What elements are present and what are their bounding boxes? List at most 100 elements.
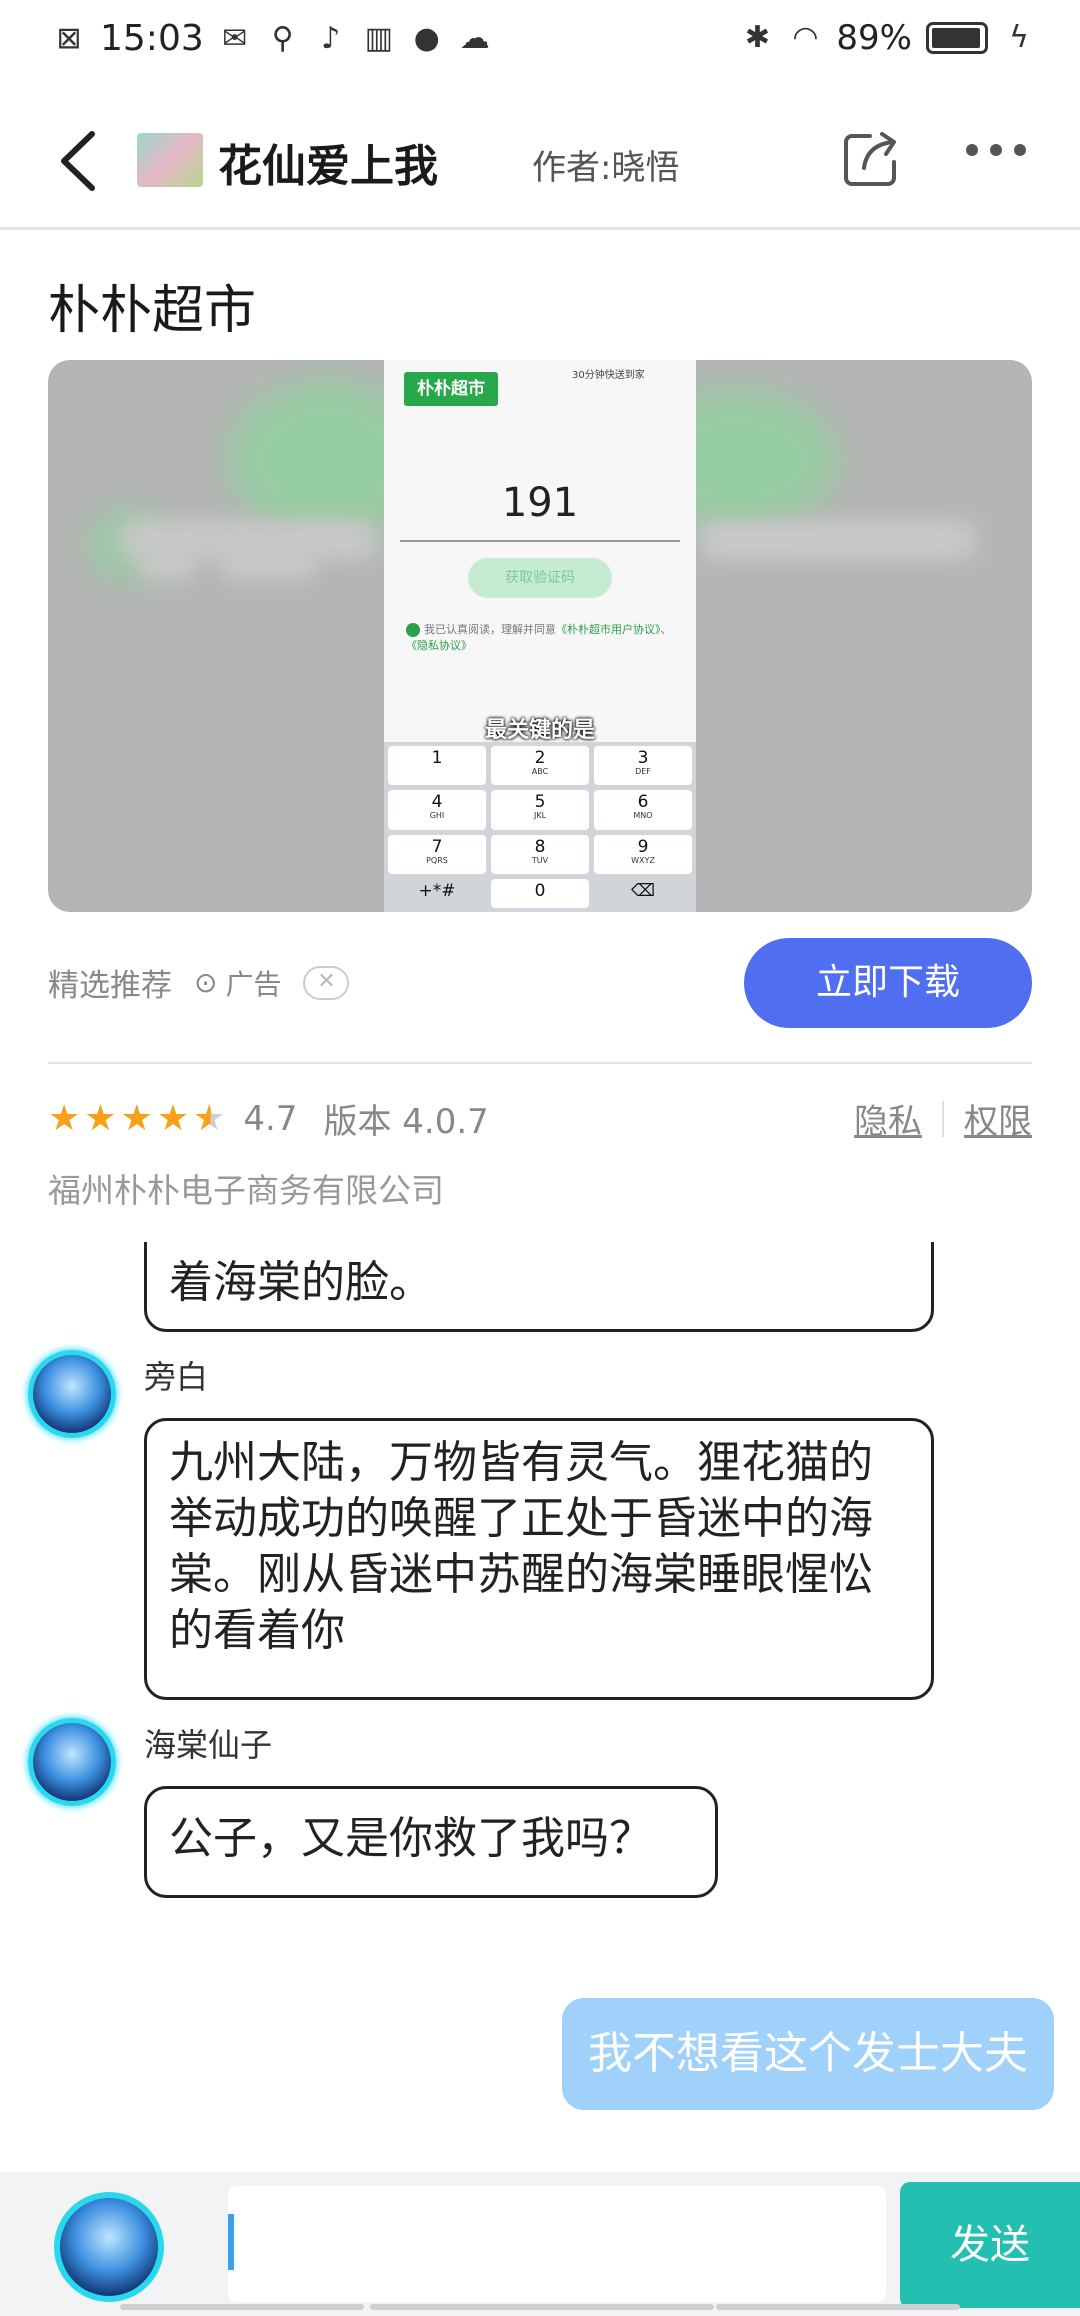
keypad-key: 4 GHI [388,790,486,830]
ad-logo-tagline: 30分钟快送到家 [572,370,645,381]
character-avatar[interactable] [28,1718,116,1806]
ad-agreement-separator: 、 [660,623,672,636]
privacy-link[interactable]: 隐私 [854,1094,922,1143]
ad-phone-screen: 朴朴超市 30分钟快送到家 191 获取验证码 我已认真阅读，理解并同意《朴朴超… [384,360,696,912]
ad-video-preview[interactable]: 朴朴超市 30分钟快送到家 191 获取验证码 我已认真阅读，理解并同意《朴朴超… [48,360,1032,912]
keypad-letters: MNO [633,811,653,821]
ad-video-caption: 最关键的是 [484,718,595,743]
chat-message-text: 九州大陆，万物皆有灵气。狸花猫的举动成功的唤醒了正处于昏迷中的海棠。刚从昏迷中苏… [169,1437,873,1656]
ad-get-code-button: 获取验证码 [468,558,612,598]
keypad-digit: 7 [431,836,443,857]
chat-area[interactable]: 着海棠的脸。 旁白 九州大陆，万物皆有灵气。狸花猫的举动成功的唤醒了正处于昏迷中… [0,1242,1080,2170]
ad-input-underline [400,540,680,542]
story-title: 花仙爱上我 [218,141,438,192]
keypad-key: +*# [388,879,486,908]
status-left: ⊠ 15:03 ✉ ⚲ ♪ ▥ ● ☁ [52,18,492,59]
scroll-indicator [370,2304,714,2310]
permissions-link[interactable]: 权限 [964,1094,1032,1143]
check-icon [406,623,420,637]
chat-bubble: 九州大陆，万物皆有灵气。狸花猫的举动成功的唤醒了正处于昏迷中的海棠。刚从昏迷中苏… [144,1418,934,1700]
no-sim-icon: ⊠ [56,20,82,56]
recommend-label: 精选推荐 [48,968,172,1004]
send-button[interactable]: 发送 [900,2182,1080,2308]
keypad-digit: 0 [534,880,546,901]
keypad-key: 9 WXYZ [594,834,692,874]
keypad-digit: 5 [534,792,546,813]
close-ad-icon[interactable]: ✕ [303,965,350,1000]
legal-links: 隐私 权限 [854,1094,1032,1143]
chat-input-bar: 发送 [0,2172,1080,2316]
charging-icon: ϟ [1009,20,1029,55]
ad-app-name: 朴朴超市 [48,281,257,341]
half-star-icon: ★ [193,1097,226,1139]
keypad-key: 8 TUV [491,834,589,874]
rating-value: 4.7 [243,1098,298,1139]
keypad-digit: 6 [637,792,649,813]
keypad-key: ⌫ [594,879,692,908]
user-avatar[interactable] [54,2192,164,2302]
cloud-icon: ☁ [459,20,490,56]
share-icon[interactable] [840,128,902,190]
book-icon: ▥ [364,20,393,56]
battery-percent: 89% [836,18,912,58]
chat-message-text: 公子，又是你救了我吗？ [169,1813,653,1864]
download-button[interactable]: 立即下载 [744,938,1032,1028]
ad-agreement-link-user: 《朴朴超市用户协议》 [556,623,661,636]
story-author: 作者:晓悟 [532,148,680,188]
keypad-letters: TUV [531,855,549,865]
ad-agreement-lead: 我已认真阅读，理解并同意 [424,623,556,636]
chat-bubble: 公子，又是你救了我吗？ [144,1786,718,1898]
star-icon: ★ [48,1097,81,1139]
ad-agreement-link-privacy: 《隐私协议》 [406,639,472,652]
usb-icon: ⚲ [271,20,294,56]
keypad-digit: 2 [534,748,546,768]
ad-info-icon: ⊙ [194,966,218,999]
status-bar: ⊠ 15:03 ✉ ⚲ ♪ ▥ ● ☁ ✱ ◠ 89% ϟ [0,0,1080,84]
keypad-key: 0 [491,878,589,908]
app-rating: ★ ★ ★ ★ ★ 4.7 版本 4.0.7 [48,1094,489,1143]
keypad-letters: ABC [531,767,549,776]
status-time: 15:03 [100,18,204,59]
keypad-digit: 3 [637,748,649,768]
keypad-key: 6 MNO [594,790,692,830]
keypad-letters: WXYZ [631,855,655,865]
ad-label: 广告 [225,967,282,1001]
ad-phone-number-value: 191 [501,480,579,526]
sms-icon: ✉ [222,20,248,56]
star-icon: ★ [84,1097,117,1139]
chat-message-text: 着海棠的脸。 [169,1257,433,1308]
ad-mark: ⊙ 广告 [194,963,281,1003]
keypad-key: 1 [388,746,486,786]
keypad-digit: 1 [431,748,443,768]
keypad-key: 5 JKL [491,790,589,830]
star-icon: ★ [120,1097,153,1139]
ad-agreement-text: 我已认真阅读，理解并同意《朴朴超市用户协议》、《隐私协议》 [406,622,676,654]
keypad-digit: 4 [431,792,443,813]
speaker-name: 海棠仙子 [144,1726,273,1764]
status-right: ✱ ◠ 89% ϟ [740,18,1036,58]
keypad-digit: 9 [637,836,649,857]
wifi-icon: ◠ [792,20,819,55]
keypad-key: 3 DEF [594,746,692,786]
keypad-digit: 8 [534,836,546,857]
battery-icon [926,22,988,54]
story-cover-thumbnail [137,133,203,187]
narrator-avatar[interactable] [28,1350,116,1438]
scroll-indicator [120,2304,364,2310]
star-icon: ★ [156,1097,190,1139]
keypad-letters: PQRS [426,855,448,865]
chat-bubble: 着海棠的脸。 [144,1242,934,1332]
ad-numeric-keypad: 1 2 ABC 3 DEF 4 GHI 5 JKL 6 MNO 7 PQRS 8 TUV 9 WXYZ +*# 0 ⌫ [384,742,696,912]
tiktok-icon: ♪ [321,20,341,56]
legal-divider [942,1100,944,1137]
message-input[interactable] [228,2186,886,2302]
keypad-letters: DEF [635,767,651,776]
podcast-icon: ● [413,20,440,56]
keypad-letters: GHI [429,811,445,821]
app-version: 版本 4.0.7 [323,1102,489,1142]
back-arrow-icon[interactable] [52,126,112,196]
text-cursor [228,2214,234,2270]
speaker-name: 旁白 [144,1358,209,1396]
user-message-bubble: 我不想看这个发士大夫 [562,1998,1054,2110]
more-options-icon[interactable] [966,144,1026,156]
